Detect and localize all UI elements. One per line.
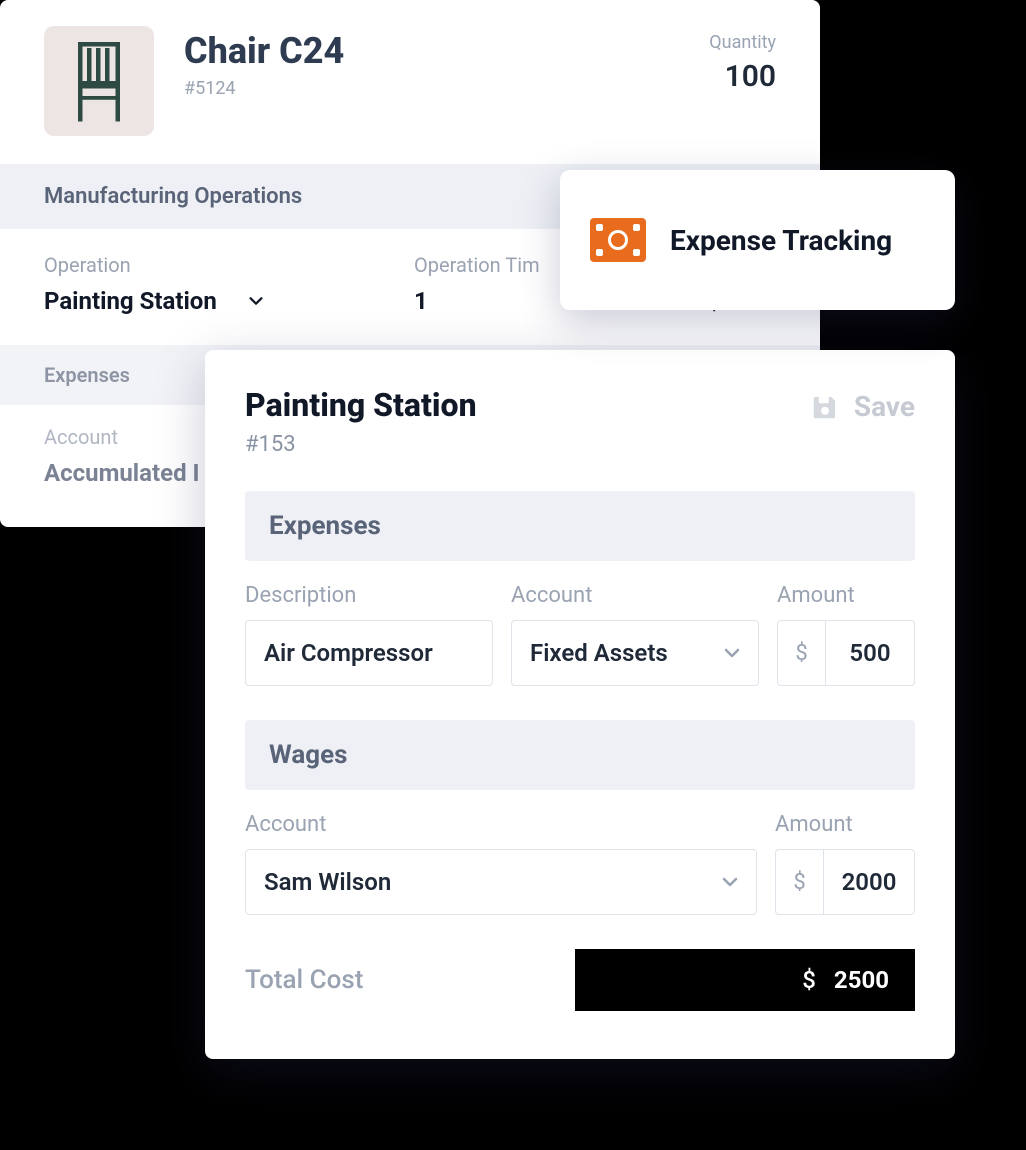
currency-prefix: $	[778, 621, 826, 685]
expense-account-field: Account Fixed Assets	[511, 583, 759, 686]
wage-account-label: Account	[245, 812, 757, 837]
expense-row: Description Air Compressor Account Fixed…	[245, 583, 915, 686]
description-field: Description Air Compressor	[245, 583, 493, 686]
currency-prefix: $	[776, 850, 824, 914]
expense-amount-value: 500	[826, 621, 914, 685]
operation-dropdown[interactable]: Painting Station	[44, 287, 354, 315]
panel-title-block: Painting Station #153	[245, 386, 477, 457]
chip-label: Expense Tracking	[670, 224, 892, 257]
expense-account-label: Account	[511, 583, 759, 608]
total-currency: $	[802, 966, 816, 994]
product-header: Chair C24 #5124 Quantity 100	[0, 26, 820, 136]
wage-account-field: Account Sam Wilson	[245, 812, 757, 915]
description-value: Air Compressor	[264, 639, 433, 667]
operation-field: Operation Painting Station	[44, 253, 354, 315]
wage-account-value: Sam Wilson	[264, 868, 391, 896]
wage-amount-value: 2000	[824, 850, 914, 914]
expense-tracking-chip[interactable]: Expense Tracking	[560, 170, 955, 310]
total-cost-label: Total Cost	[245, 965, 363, 995]
panel-title: Painting Station	[245, 386, 477, 424]
quantity-label: Quantity	[709, 32, 776, 53]
product-quantity-block: Quantity 100	[709, 26, 776, 94]
expense-account-value: Fixed Assets	[530, 639, 668, 667]
wage-amount-input[interactable]: $ 2000	[775, 849, 915, 915]
total-row: Total Cost $ 2500	[245, 949, 915, 1011]
product-title-block: Chair C24 #5124	[184, 26, 709, 99]
save-button[interactable]: Save	[810, 386, 915, 423]
panel-id: #153	[245, 432, 477, 457]
total-cost-box: $ 2500	[575, 949, 915, 1011]
wage-row: Account Sam Wilson Amount $ 2000	[245, 812, 915, 915]
operation-label: Operation	[44, 253, 354, 277]
money-icon	[590, 218, 646, 262]
product-title: Chair C24	[184, 30, 709, 72]
wages-section-header: Wages	[245, 720, 915, 790]
station-detail-panel: Painting Station #153 Save Expenses Desc…	[205, 350, 955, 1059]
description-label: Description	[245, 583, 493, 608]
wage-account-dropdown[interactable]: Sam Wilson	[245, 849, 757, 915]
chevron-down-icon	[247, 292, 265, 310]
product-thumbnail	[44, 26, 154, 136]
save-icon	[810, 392, 840, 422]
expense-amount-input[interactable]: $ 500	[777, 620, 915, 686]
chair-icon	[67, 36, 131, 126]
total-value: 2500	[834, 966, 889, 994]
quantity-value: 100	[709, 59, 776, 94]
operation-value: Painting Station	[44, 287, 217, 315]
description-input[interactable]: Air Compressor	[245, 620, 493, 686]
panel-header: Painting Station #153 Save	[245, 386, 915, 457]
save-label: Save	[854, 390, 915, 423]
wage-amount-field: Amount $ 2000	[775, 812, 915, 915]
expense-amount-label: Amount	[777, 583, 915, 608]
expenses-section-header: Expenses	[245, 491, 915, 561]
expense-amount-field: Amount $ 500	[777, 583, 915, 686]
product-id: #5124	[184, 78, 709, 99]
chevron-down-icon	[722, 643, 742, 663]
chevron-down-icon	[720, 872, 740, 892]
wage-amount-label: Amount	[775, 812, 915, 837]
expense-account-dropdown[interactable]: Fixed Assets	[511, 620, 759, 686]
